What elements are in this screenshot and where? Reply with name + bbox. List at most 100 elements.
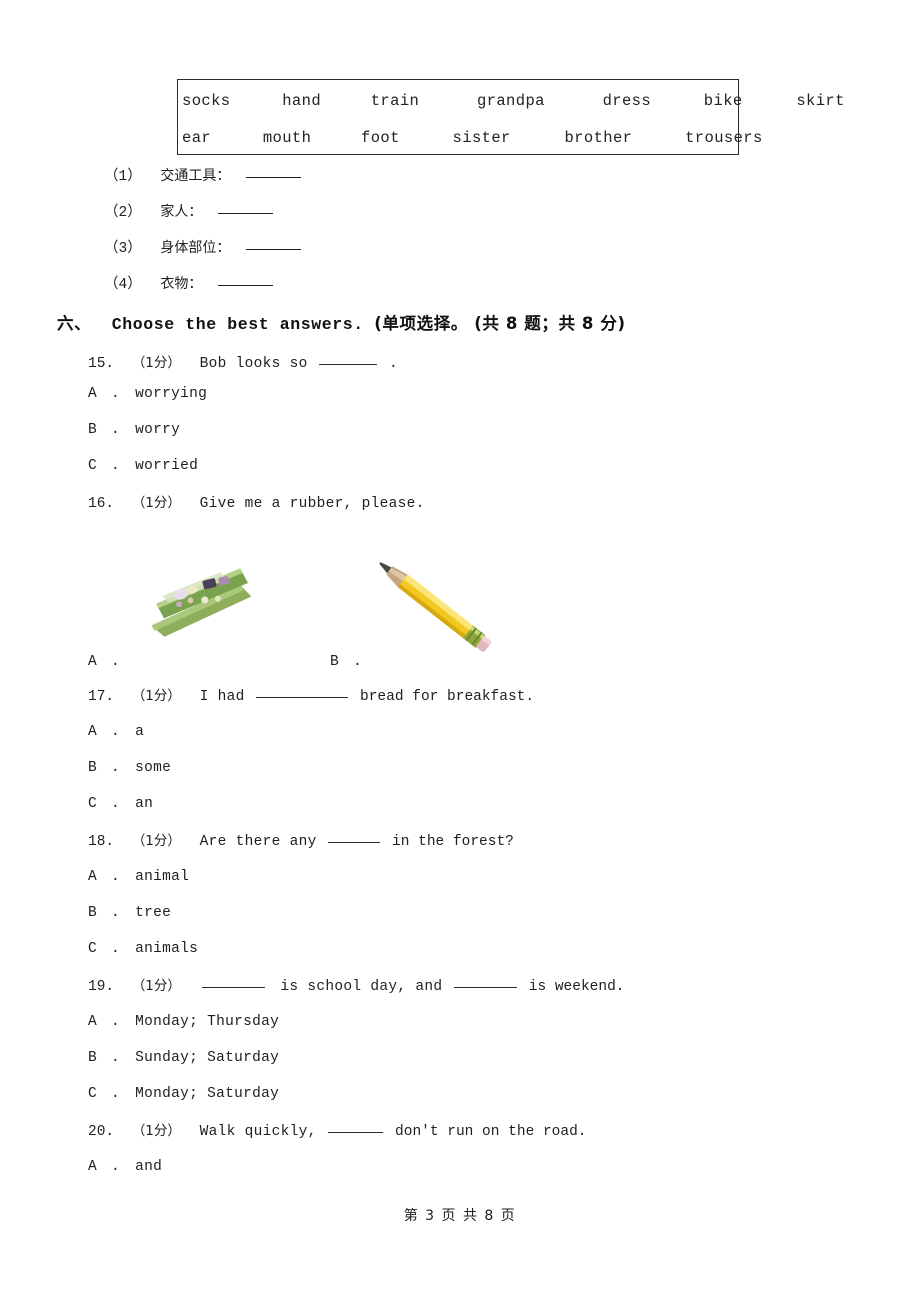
question-20-marks: （1分） [131,1123,181,1139]
question-18-blank[interactable] [328,842,381,843]
question-19-number: 19. [88,979,115,995]
question-17-option-a-dot: . [111,724,121,740]
question-17-blank[interactable] [256,697,349,698]
question-20-blank[interactable] [328,1132,384,1133]
categorize-item-4-blank[interactable] [218,285,274,286]
question-19-marks: （1分） [131,978,181,994]
question-17-option-c-letter: C [88,796,98,812]
word-bank-row-2: ear mouth foot sister brother trousers [182,119,762,157]
question-15-stem: 15. （1分） Bob looks so . [88,353,398,374]
question-18-number: 18. [88,834,115,850]
question-16-option-a[interactable]: A . [88,652,126,672]
question-17-text-end: bread for breakfast. [360,689,535,705]
question-15-option-a-text: worrying [135,386,208,402]
categorize-item-4-label: 衣物： [160,276,203,292]
page-footer: 第 3 页 共 8 页 [403,1208,517,1224]
word-grandpa: grandpa [476,92,545,110]
yellow-pencil-image[interactable] [358,552,508,662]
question-17-option-b-text: some [135,760,172,776]
categorize-item-3-blank[interactable] [246,249,302,250]
question-19-blank-2[interactable] [454,987,518,988]
word-bank-box: socks hand train grandpa dress bike skir… [177,79,844,157]
question-15-option-b-text: worry [135,422,181,438]
question-20-option-a[interactable]: A . and [88,1157,162,1177]
section-heading: 六、 Choose the best answers. (单项选择。 (共 8 … [57,310,626,334]
question-18-option-b-text: tree [135,905,172,921]
question-17-number: 17. [88,689,115,705]
question-18-option-a[interactable]: A . animal [88,867,189,887]
word-bank-row-1: socks hand train grandpa dress bike skir… [182,82,844,120]
question-18-option-c-letter: C [88,941,98,957]
question-19-option-b[interactable]: B . Sunday; Saturday [88,1048,279,1068]
question-16-text: Give me a rubber, please. [199,496,425,512]
question-18-marks: （1分） [131,833,181,849]
word-hand: hand [282,92,322,110]
question-19-text-end: is weekend. [528,979,625,995]
question-17-option-a[interactable]: A . a [88,722,144,742]
question-15-option-a-letter: A [88,386,98,402]
question-16-option-a-dot: . [111,654,121,670]
question-17-text: I had [199,689,245,705]
question-15-option-c-text: worried [135,458,199,474]
question-18-option-b-dot: . [111,905,121,921]
question-20-text: Walk quickly, [199,1124,317,1140]
question-18-option-b[interactable]: B . tree [88,903,171,923]
question-20-stem: 20. （1分） Walk quickly, don't run on the … [88,1121,586,1142]
question-19-text-mid: is school day, and [280,979,443,995]
word-sister: sister [452,129,511,147]
question-19-option-c-dot: . [111,1086,121,1102]
question-15-blank[interactable] [319,364,378,365]
word-mouth: mouth [262,129,312,147]
question-15-option-b-letter: B [88,422,98,438]
categorize-item-1: （1） 交通工具： [104,166,302,187]
categorize-item-3-label: 身体部位： [160,240,231,256]
question-17-stem: 17. （1分） I had bread for breakfast. [88,686,534,707]
question-15-option-c[interactable]: C . worried [88,456,198,476]
green-eraser-image[interactable] [140,560,270,645]
word-dress: dress [602,92,652,110]
question-15-option-a[interactable]: A . worrying [88,384,207,404]
categorize-item-1-label: 交通工具： [160,168,231,184]
question-17-option-a-text: a [135,724,145,740]
categorize-item-2: （2） 家人： [104,202,274,223]
question-17-option-c-dot: . [111,796,121,812]
question-20-option-a-dot: . [111,1159,121,1175]
question-15-option-c-dot: . [111,458,121,474]
question-16-option-b[interactable]: B . [330,652,368,672]
question-16-option-b-letter: B [330,654,340,670]
question-18-option-a-dot: . [111,869,121,885]
word-foot: foot [361,129,400,147]
question-19-option-a[interactable]: A . Monday; Thursday [88,1012,279,1032]
categorize-item-3: （3） 身体部位： [104,238,302,259]
question-19-option-a-text: Monday; Thursday [135,1014,280,1030]
question-18-option-c-text: animals [135,941,199,957]
categorize-item-4: （4） 衣物： [104,274,274,295]
categorize-item-4-index: （4） [104,277,142,293]
word-trousers: trousers [685,129,763,147]
section-title-en: Choose the best answers. [111,315,364,334]
question-17-option-b[interactable]: B . some [88,758,171,778]
question-15-text: Bob looks so [199,356,308,372]
question-17-option-c[interactable]: C . an [88,794,153,814]
question-15-option-b-dot: . [111,422,121,438]
question-15-text-end: . [389,356,398,372]
categorize-item-1-blank[interactable] [246,177,302,178]
question-15-number: 15. [88,356,115,372]
question-18-option-b-letter: B [88,905,98,921]
question-18-option-c[interactable]: C . animals [88,939,198,959]
section-title-cn: (单项选择。 (共 8 题；共 8 分) [374,314,626,333]
categorize-item-2-index: （2） [104,205,142,221]
question-20-option-a-text: and [135,1159,163,1175]
question-15-option-b[interactable]: B . worry [88,420,180,440]
exam-page: socks hand train grandpa dress bike skir… [0,0,920,1302]
word-bike: bike [703,92,743,110]
question-19-blank-1[interactable] [201,987,265,988]
question-19-option-c-letter: C [88,1086,98,1102]
categorize-item-2-blank[interactable] [218,213,274,214]
question-19-option-b-dot: . [111,1050,121,1066]
question-17-option-b-dot: . [111,760,121,776]
question-19-option-b-letter: B [88,1050,98,1066]
question-18-option-a-text: animal [135,869,190,885]
question-19-stem: 19. （1分） is school day, and is weekend. [88,976,624,997]
question-19-option-c[interactable]: C . Monday; Saturday [88,1084,279,1104]
